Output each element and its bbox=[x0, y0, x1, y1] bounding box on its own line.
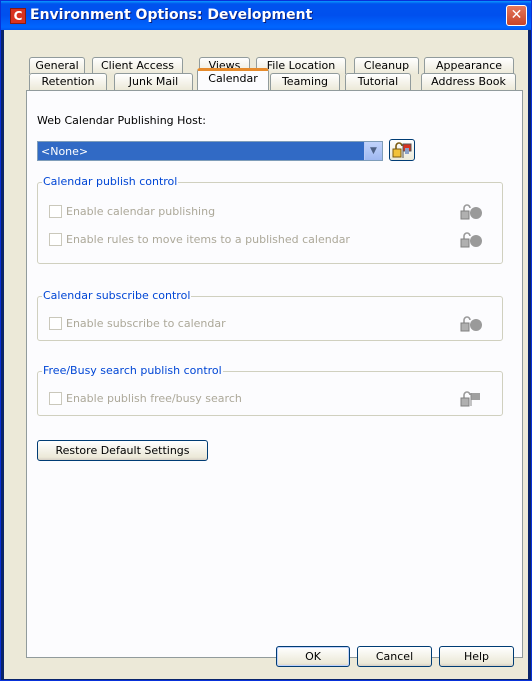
enable-subscribe-checkbox[interactable] bbox=[49, 317, 62, 330]
tab-client-access[interactable]: Client Access bbox=[92, 57, 183, 74]
enable-freebusy-checkbox[interactable] bbox=[49, 392, 62, 405]
subscribe-lock-button[interactable] bbox=[458, 313, 484, 335]
publish-control-group: Calendar publish control bbox=[37, 175, 503, 264]
tab-teaming[interactable]: Teaming bbox=[270, 73, 340, 90]
lock-icon bbox=[460, 316, 482, 332]
tab-junk-mail[interactable]: Junk Mail bbox=[114, 73, 193, 90]
title-bar[interactable]: C Environment Options: Development ✕ bbox=[1, 1, 531, 30]
enable-rules-label: Enable rules to move items to a publishe… bbox=[66, 233, 350, 246]
freebusy-lock-button[interactable] bbox=[458, 388, 484, 410]
publishing-host-value: <None> bbox=[41, 145, 89, 158]
enable-publishing-checkbox[interactable] bbox=[49, 205, 62, 218]
enable-publishing-label: Enable calendar publishing bbox=[66, 205, 216, 218]
tab-appearance[interactable]: Appearance bbox=[424, 57, 514, 74]
app-icon: C bbox=[10, 8, 26, 24]
close-button[interactable]: ✕ bbox=[506, 5, 527, 26]
chevron-down-icon[interactable]: ▼ bbox=[364, 142, 382, 160]
restore-defaults-button[interactable]: Restore Default Settings bbox=[37, 440, 208, 461]
publish-group-title: Calendar publish control bbox=[42, 175, 179, 188]
host-lock-button[interactable] bbox=[389, 139, 415, 161]
window-title: Environment Options: Development bbox=[30, 7, 313, 23]
tab-general[interactable]: General bbox=[29, 57, 85, 74]
enable-subscribe-label: Enable subscribe to calendar bbox=[66, 317, 226, 330]
publishing-lock-button[interactable] bbox=[458, 201, 484, 223]
lock-flag-icon bbox=[392, 142, 412, 158]
tab-calendar[interactable]: Calendar bbox=[197, 68, 269, 90]
publishing-host-select[interactable]: <None> ▼ bbox=[37, 141, 383, 161]
host-label: Web Calendar Publishing Host: bbox=[37, 114, 206, 127]
lock-icon bbox=[460, 204, 482, 220]
enable-freebusy-label: Enable publish free/busy search bbox=[66, 392, 242, 405]
dialog-body: General Client Access Views File Locatio… bbox=[4, 30, 528, 679]
tab-retention[interactable]: Retention bbox=[29, 73, 107, 90]
tab-file-location[interactable]: File Location bbox=[256, 57, 346, 74]
tab-tutorial[interactable]: Tutorial bbox=[345, 73, 411, 90]
freebusy-group-title: Free/Busy search publish control bbox=[42, 364, 223, 377]
help-button[interactable]: Help bbox=[439, 646, 514, 667]
tab-cleanup[interactable]: Cleanup bbox=[354, 57, 419, 74]
tab-address-book[interactable]: Address Book bbox=[421, 73, 516, 90]
subscribe-group-title: Calendar subscribe control bbox=[42, 289, 192, 302]
rules-lock-button[interactable] bbox=[458, 229, 484, 251]
ok-button[interactable]: OK bbox=[276, 646, 350, 667]
lock-icon bbox=[460, 232, 482, 248]
lock-flag-icon bbox=[460, 391, 480, 407]
enable-rules-checkbox[interactable] bbox=[49, 233, 62, 246]
cancel-button[interactable]: Cancel bbox=[357, 646, 432, 667]
